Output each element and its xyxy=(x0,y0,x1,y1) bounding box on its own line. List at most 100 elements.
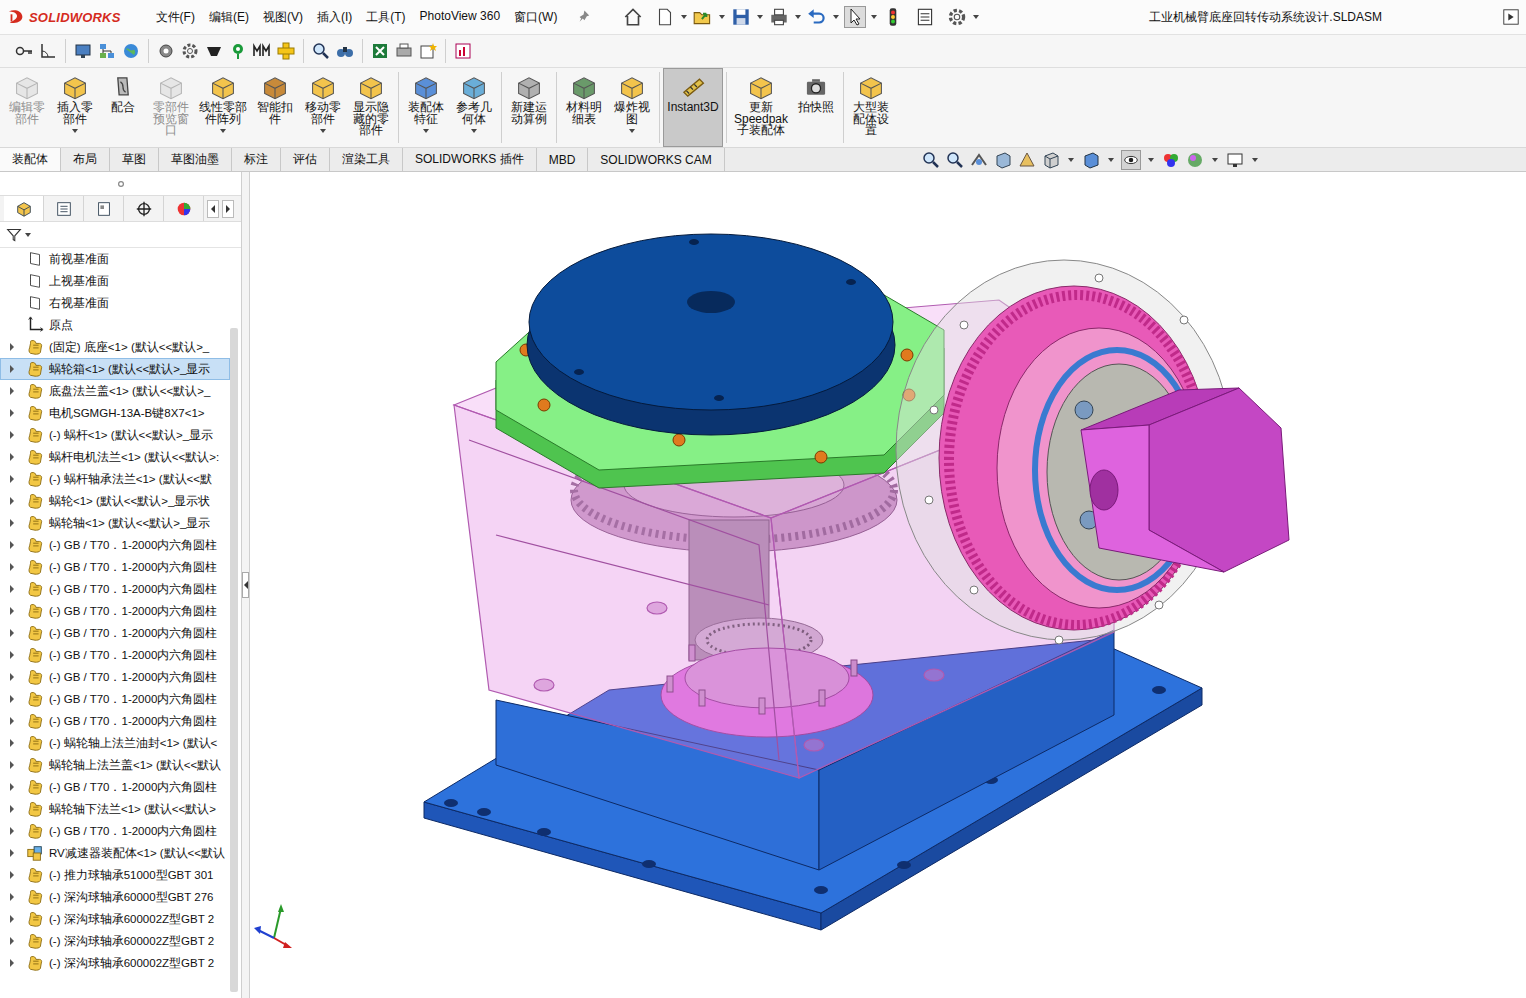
expand-toggle[interactable] xyxy=(1,343,23,351)
exploded-view-button[interactable]: 爆炸视 图 xyxy=(608,68,656,147)
command-tab[interactable]: 评估 xyxy=(281,148,330,171)
expand-toggle[interactable] xyxy=(1,497,23,505)
expand-toggle[interactable] xyxy=(1,475,23,483)
command-dropdown[interactable] xyxy=(471,129,477,133)
expand-toggle[interactable] xyxy=(1,607,23,615)
tree-item[interactable]: 上视基准面 xyxy=(0,270,230,292)
options-gear-icon[interactable] xyxy=(946,6,968,28)
tree-item[interactable]: 蜗轮轴<1> (默认<<默认>_显示 xyxy=(0,512,230,534)
command-dropdown[interactable] xyxy=(423,129,429,133)
menu-item[interactable]: 工具(T) xyxy=(361,6,410,29)
dropdown-caret[interactable] xyxy=(681,15,687,19)
expand-toggle[interactable] xyxy=(1,629,23,637)
previous-view-icon[interactable] xyxy=(969,150,989,170)
globe-icon[interactable] xyxy=(121,41,141,61)
menu-item[interactable]: 文件(F) xyxy=(151,6,200,29)
linear-pattern-button[interactable]: 线性零部 件阵列 xyxy=(195,68,251,147)
tree-item[interactable]: (-) GB / T70．1-2000内六角圆柱 xyxy=(0,534,230,556)
update-speedpak-button[interactable]: 更新 Speedpak 子装配体 xyxy=(730,68,792,147)
save-icon[interactable] xyxy=(730,6,752,28)
dropdown-caret[interactable] xyxy=(833,15,839,19)
expand-toggle[interactable] xyxy=(1,893,23,901)
bowl-icon[interactable] xyxy=(204,41,224,61)
tree-item[interactable]: 蜗轮<1> (默认<<默认>_显示状 xyxy=(0,490,230,512)
expand-toggle[interactable] xyxy=(1,937,23,945)
expand-toggle[interactable] xyxy=(1,585,23,593)
key-icon[interactable] xyxy=(14,41,34,61)
tree-item[interactable]: (-) GB / T70．1-2000内六角圆柱 xyxy=(0,556,230,578)
expand-toggle[interactable] xyxy=(1,783,23,791)
chart-icon[interactable] xyxy=(453,41,473,61)
configuration-manager-tab[interactable] xyxy=(84,196,124,221)
tree-item[interactable]: (-) GB / T70．1-2000内六角圆柱 xyxy=(0,622,230,644)
insert-components-button[interactable]: 插入零 部件 xyxy=(51,68,99,147)
tree-item[interactable]: (-) GB / T70．1-2000内六角圆柱 xyxy=(0,578,230,600)
feature-manager-tab[interactable] xyxy=(4,196,44,221)
dropdown-caret[interactable] xyxy=(1252,158,1258,162)
command-tab[interactable]: 布局 xyxy=(61,148,110,171)
apply-scene-icon[interactable] xyxy=(1185,150,1205,170)
dropdown-caret[interactable] xyxy=(1212,158,1218,162)
command-dropdown[interactable] xyxy=(72,129,78,133)
collapse-panel[interactable] xyxy=(242,572,249,598)
display-style-icon[interactable] xyxy=(1081,150,1101,170)
tree-structure-icon[interactable] xyxy=(97,41,117,61)
tree-item[interactable]: (-) GB / T70．1-2000内六角圆柱 xyxy=(0,644,230,666)
mate-button[interactable]: 配合 xyxy=(99,68,147,147)
property-manager-tab[interactable] xyxy=(44,196,84,221)
expand-toggle[interactable] xyxy=(1,453,23,461)
expand-toggle[interactable] xyxy=(1,409,23,417)
tree-item[interactable]: (-) 蜗轮轴上法兰油封<1> (默认< xyxy=(0,732,230,754)
angle-icon[interactable] xyxy=(38,41,58,61)
move-component-button[interactable]: 移动零 部件 xyxy=(299,68,347,147)
expand-toggle[interactable] xyxy=(1,739,23,747)
mm-units-icon[interactable] xyxy=(252,41,272,61)
expand-toggle[interactable] xyxy=(1,431,23,439)
gear-icon[interactable] xyxy=(156,41,176,61)
dropdown-caret[interactable] xyxy=(1108,158,1114,162)
show-hidden-button[interactable]: 显示隐 藏的零 部件 xyxy=(347,68,395,147)
expand-toggle[interactable] xyxy=(1,651,23,659)
zoom-icon[interactable] xyxy=(311,41,331,61)
reference-geometry-button[interactable]: 参考几 何体 xyxy=(450,68,498,147)
dynamic-annotation-icon[interactable] xyxy=(1017,150,1037,170)
dropdown-caret[interactable] xyxy=(1068,158,1074,162)
instant3d-button[interactable]: Instant3D xyxy=(663,68,723,147)
tree-item[interactable]: (-) 推力球轴承51000型GBT 301 xyxy=(0,864,230,886)
tree-item[interactable]: 原点 xyxy=(0,314,230,336)
menu-item[interactable]: 插入(I) xyxy=(312,6,357,29)
servo-motor[interactable] xyxy=(1081,388,1289,572)
snapshot-button[interactable]: 拍快照 xyxy=(792,68,840,147)
tree-item[interactable]: 蜗杆电机法兰<1> (默认<<默认>: xyxy=(0,446,230,468)
rebuild-light-icon[interactable] xyxy=(882,6,904,28)
command-dropdown[interactable] xyxy=(220,129,226,133)
assembly-features-button[interactable]: 装配体 特征 xyxy=(402,68,450,147)
expand-toggle[interactable] xyxy=(1,695,23,703)
pin-icon[interactable] xyxy=(578,8,594,26)
menu-item[interactable]: 编辑(E) xyxy=(204,6,254,29)
new-motion-study-button[interactable]: 新建运 动算例 xyxy=(505,68,553,147)
assembly-model[interactable] xyxy=(250,172,1525,998)
cross-icon[interactable] xyxy=(276,41,296,61)
binoculars-icon[interactable] xyxy=(335,41,355,61)
filter-icon[interactable] xyxy=(6,227,22,243)
tree-item[interactable]: 蜗轮箱<1> (默认<<默认>_显示 xyxy=(0,358,230,380)
edit-appearance-icon[interactable] xyxy=(1161,150,1181,170)
new-document-icon[interactable] xyxy=(654,6,676,28)
large-assembly-button[interactable]: 大型装 配体设 置 xyxy=(847,68,895,147)
tree-item[interactable]: 电机SGMGH-13A-B键8X7<1> xyxy=(0,402,230,424)
expand-toggle[interactable] xyxy=(1,387,23,395)
tree-item[interactable]: 前视基准面 xyxy=(0,248,230,270)
expand-toggle[interactable] xyxy=(1,805,23,813)
tree-item[interactable]: 右视基准面 xyxy=(0,292,230,314)
expand-toggle[interactable] xyxy=(1,871,23,879)
tree-item[interactable]: RV减速器装配体<1> (默认<<默认 xyxy=(0,842,230,864)
tree-item[interactable]: (-) GB / T70．1-2000内六角圆柱 xyxy=(0,666,230,688)
zoom-to-fit-icon[interactable] xyxy=(921,150,941,170)
restore-window-icon[interactable] xyxy=(1502,8,1520,26)
expand-toggle[interactable] xyxy=(1,915,23,923)
expand-toggle[interactable] xyxy=(1,673,23,681)
tree-item[interactable]: (-) 蜗杆<1> (默认<<默认>_显示 xyxy=(0,424,230,446)
tree-item[interactable]: (-) GB / T70．1-2000内六角圆柱 xyxy=(0,688,230,710)
gear-settings-icon[interactable] xyxy=(180,41,200,61)
